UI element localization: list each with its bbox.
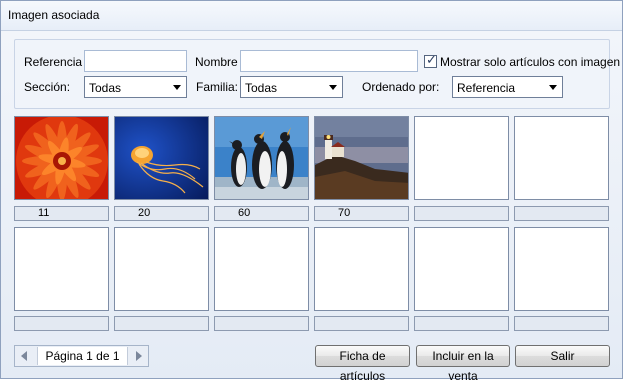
chevron-down-icon	[549, 85, 557, 90]
tile-label-7	[14, 316, 109, 331]
tile-label-3: 60	[214, 206, 309, 221]
image-tile-12[interactable]	[514, 227, 609, 311]
chevron-down-icon	[329, 85, 337, 90]
image-tile-3[interactable]	[214, 116, 309, 200]
title-bar: Imagen asociada	[1, 1, 622, 31]
lighthouse-image	[315, 117, 408, 199]
tile-label-9	[214, 316, 309, 331]
previous-page-button[interactable]	[15, 346, 35, 366]
ficha-articulos-button[interactable]: Ficha de artículos	[315, 345, 410, 383]
referencia-input[interactable]	[84, 50, 187, 72]
arrow-right-icon	[136, 351, 142, 361]
tile-label-12	[514, 316, 609, 331]
tile-label-6	[514, 206, 609, 221]
familia-select[interactable]: Todas	[240, 76, 343, 98]
image-tile-9[interactable]	[214, 227, 309, 311]
image-tile-10[interactable]	[314, 227, 409, 311]
image-tile-1[interactable]	[14, 116, 109, 200]
ordenado-label: Ordenado por:	[362, 80, 440, 94]
tile-label-11	[414, 316, 509, 331]
tile-label-text: 60	[238, 207, 251, 219]
imagen-asociada-window: Imagen asociada Referencia Nombre ✓ Most…	[0, 0, 623, 383]
tile-label-text: 11	[38, 207, 50, 219]
checkmark-icon: ✓	[426, 53, 437, 68]
mostrar-solo-imagen-label: Mostrar solo artículos con imagen	[440, 55, 621, 69]
seccion-label: Sección:	[24, 80, 71, 94]
filter-panel: Referencia Nombre ✓ Mostrar solo artícul…	[14, 39, 620, 109]
page-navigator: Página 1 de 1	[14, 345, 149, 367]
mostrar-solo-imagen-checkbox[interactable]: ✓	[424, 53, 437, 68]
tile-label-5	[414, 206, 509, 221]
image-tile-6[interactable]	[514, 116, 609, 200]
seccion-value: Todas	[89, 81, 122, 95]
chevron-down-icon	[173, 85, 181, 90]
salir-button[interactable]: Salir	[515, 345, 610, 367]
penguins-image	[215, 117, 308, 199]
seccion-select[interactable]: Todas	[84, 76, 187, 98]
tile-label-text: 20	[138, 207, 151, 219]
ordenado-value: Referencia	[457, 81, 516, 95]
image-tile-5[interactable]	[414, 116, 509, 200]
tile-label-text: 70	[338, 207, 351, 219]
familia-value: Todas	[245, 81, 278, 95]
page-indicator: Página 1 de 1	[37, 347, 128, 365]
incluir-en-venta-button[interactable]: Incluir en la venta	[416, 345, 510, 383]
tile-label-1: 11	[14, 206, 109, 221]
familia-label: Familia:	[196, 80, 239, 94]
next-page-button[interactable]	[128, 346, 148, 366]
window-title: Imagen asociada	[8, 8, 100, 22]
nombre-label: Nombre	[195, 55, 238, 69]
image-tile-11[interactable]	[414, 227, 509, 311]
tile-label-8	[114, 316, 209, 331]
tile-label-10	[314, 316, 409, 331]
image-tile-2[interactable]	[114, 116, 209, 200]
red-flower-image	[15, 117, 108, 199]
tile-label-2: 20	[114, 206, 209, 221]
image-tile-7[interactable]	[14, 227, 109, 311]
arrow-left-icon	[21, 351, 27, 361]
image-tile-8[interactable]	[114, 227, 209, 311]
tile-label-4: 70	[314, 206, 409, 221]
image-tile-4[interactable]	[314, 116, 409, 200]
ordenado-select[interactable]: Referencia	[452, 76, 563, 98]
jellyfish-image	[115, 117, 208, 199]
nombre-input[interactable]	[240, 50, 418, 72]
referencia-label: Referencia	[24, 55, 83, 69]
